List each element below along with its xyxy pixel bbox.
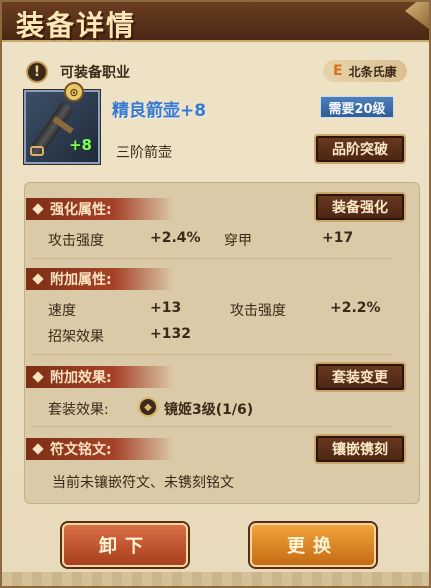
rune-status-text: 当前未镶嵌符文、未镌刻铭文: [52, 475, 234, 491]
lock-icon[interactable]: ⊙: [64, 82, 84, 102]
stat-label: 攻击强度: [230, 303, 286, 319]
character-grade: E: [333, 63, 343, 79]
warning-icon: !: [26, 61, 48, 83]
extra-section-header: 附加属性:: [26, 268, 174, 290]
equip-enhance-button[interactable]: 装备强化: [314, 192, 406, 222]
stat-label: 攻击强度: [48, 233, 104, 249]
character-name: 北条氏康: [348, 64, 397, 79]
page-title: 装备详情: [16, 9, 137, 42]
enhance-section-header: 强化属性:: [26, 198, 174, 220]
stat-value: +132: [150, 326, 191, 342]
stat-value: +17: [322, 230, 354, 246]
stat-value: +2.4%: [150, 230, 201, 246]
replace-button[interactable]: 更换: [250, 523, 376, 567]
title-bar: 装备详情: [2, 2, 429, 42]
stat-value: +2.2%: [330, 300, 381, 316]
set-effect-value[interactable]: 镜姬3级(1/6): [164, 399, 253, 419]
divider: [32, 426, 392, 427]
bottom-decoration: [2, 572, 429, 586]
corner-decoration: [405, 2, 429, 32]
level-requirement-badge: 需要20级: [320, 96, 394, 118]
item-tier: 三阶箭壶: [116, 145, 172, 161]
stat-value: +13: [150, 300, 182, 316]
item-type-icon: [30, 146, 44, 156]
rune-section-header: 符文铭文:: [26, 438, 174, 460]
stat-label: 穿甲: [224, 233, 252, 249]
item-enhance-level: +8: [68, 136, 92, 154]
stat-label: 招架效果: [48, 329, 104, 345]
divider: [32, 354, 392, 355]
divider: [32, 258, 392, 259]
tier-breakthrough-button[interactable]: 品阶突破: [314, 134, 406, 164]
unequip-button[interactable]: 卸下: [62, 523, 188, 567]
item-name: 精良箭壶+8: [112, 101, 207, 121]
effect-section-header: 附加效果:: [26, 366, 174, 388]
stat-label: 速度: [48, 303, 76, 319]
set-icon: ◆: [138, 397, 158, 417]
character-badge: E 北条氏康: [323, 60, 407, 82]
equipment-detail-panel: 装备详情 ! 可装备职业 E 北条氏康 +8 ⊙ 精良箭壶+8 需要20级 三阶…: [0, 0, 431, 588]
inlay-engrave-button[interactable]: 镶嵌镌刻: [314, 434, 406, 464]
class-label: 可装备职业: [60, 65, 130, 81]
set-effect-label: 套装效果:: [48, 402, 109, 418]
set-change-button[interactable]: 套装变更: [314, 362, 406, 392]
class-row: ! 可装备职业: [26, 60, 130, 84]
item-icon-box[interactable]: +8: [24, 90, 100, 164]
